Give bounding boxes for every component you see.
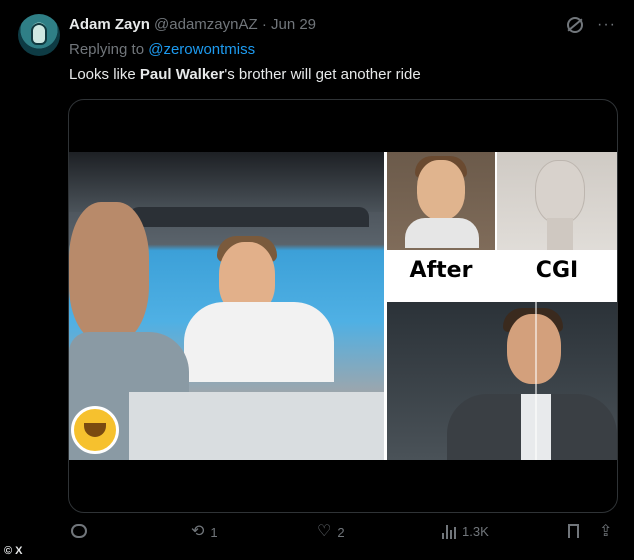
car-door-panel — [129, 392, 384, 460]
car-window-frame — [129, 207, 369, 227]
man-face — [507, 314, 561, 384]
cgi-neck — [547, 218, 573, 252]
car-interior-panel — [387, 302, 617, 460]
cgi-face — [535, 160, 585, 224]
tweet-text-bold: Paul Walker — [139, 66, 225, 83]
header-separator: · — [261, 16, 267, 33]
more-options-icon[interactable]: ··· — [597, 17, 616, 33]
share-icon: ⇪ — [599, 523, 613, 540]
views-button[interactable]: 1.3K — [442, 524, 489, 539]
reply-icon — [71, 524, 87, 538]
replying-to-handle[interactable]: @zerowontmiss — [148, 41, 255, 58]
laughing-emoji-icon — [71, 406, 119, 454]
car-scene-panel — [69, 152, 384, 460]
passenger-head — [69, 202, 149, 342]
tweet-date[interactable]: Jun 29 — [271, 16, 316, 33]
tweet-media[interactable]: After CGI — [68, 99, 618, 513]
share-button[interactable]: ⇪ — [599, 524, 612, 540]
cgi-label: CGI — [535, 258, 579, 283]
author-name[interactable]: Adam Zayn — [69, 16, 150, 33]
grok-icon[interactable] — [567, 17, 584, 33]
author-avatar[interactable] — [18, 14, 60, 56]
like-button[interactable]: ♡ 2 — [317, 524, 345, 540]
replying-to-label: Replying to — [69, 41, 145, 58]
like-count: 2 — [337, 524, 345, 540]
driver-shirt — [184, 302, 334, 382]
heart-icon: ♡ — [317, 523, 332, 540]
meme-collage-image[interactable]: After CGI — [69, 152, 617, 460]
tweet-top-actions: ··· — [567, 17, 616, 33]
split-seam — [535, 302, 537, 460]
tweet-text: Looks like Paul Walker's brother will ge… — [69, 66, 421, 83]
tweet-header: Adam Zayn @adamzaynAZ · Jun 29 — [69, 16, 316, 33]
after-face — [417, 160, 465, 220]
retweet-button[interactable]: ⟲ 1 — [191, 524, 218, 540]
after-shirt — [405, 218, 479, 248]
bookmark-button[interactable] — [568, 524, 579, 538]
tweet-text-after: 's brother will get another ride — [224, 66, 421, 83]
after-label: After — [409, 258, 473, 283]
reply-button[interactable] — [71, 524, 93, 538]
bookmark-icon — [568, 524, 579, 538]
x-logo-watermark: © X — [4, 545, 23, 557]
views-count: 1.3K — [462, 524, 489, 539]
retweet-icon: ⟲ — [191, 523, 205, 540]
tweet-text-before: Looks like — [69, 66, 140, 83]
replying-to: Replying to @zerowontmiss — [69, 41, 255, 58]
tweet-action-bar: ⟲ 1 ♡ 2 1.3K ⇪ — [69, 524, 617, 546]
avatar-mask-icon — [31, 23, 47, 45]
views-icon — [442, 524, 456, 539]
retweet-count: 1 — [210, 524, 218, 540]
author-handle[interactable]: @adamzaynAZ — [154, 16, 258, 33]
